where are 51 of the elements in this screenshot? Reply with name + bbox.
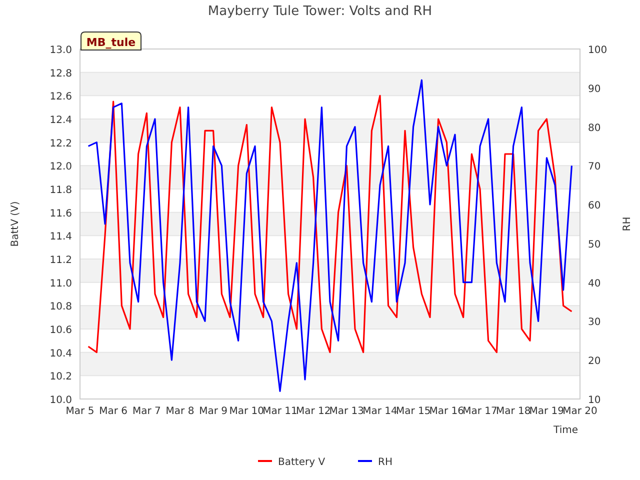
y2-tick-label: 10	[588, 395, 601, 406]
y-tick-label: 13.0	[50, 45, 72, 56]
y-tick-label: 12.4	[50, 115, 72, 126]
y2-tick-label: 80	[588, 122, 601, 134]
y2-tick-label: 90	[588, 84, 601, 95]
y2-tick-label: 50	[588, 239, 601, 250]
y-tick-label: 10.4	[50, 348, 72, 360]
x-tick-label: Mar 12	[296, 406, 331, 417]
y2-tick-label: 100	[588, 45, 608, 56]
x-tick-label: Mar 19	[529, 406, 564, 417]
chart-title: Mayberry Tule Tower: Volts and RH	[208, 4, 432, 19]
legend-label: Battery V	[278, 457, 326, 468]
y2-axis-label: RH	[622, 216, 633, 232]
y-tick-label: 12.6	[50, 92, 72, 103]
y-tick-label: 10.6	[50, 325, 72, 336]
y-tick-label: 11.0	[50, 278, 72, 290]
x-axis-label: Time	[554, 425, 578, 436]
x-tick-label: Mar 7	[132, 406, 161, 417]
y-tick-label: 12.0	[50, 162, 72, 173]
legend-line-icon	[358, 460, 372, 462]
y2-tick-label: 30	[588, 317, 601, 328]
x-tick-label: Mar 10	[229, 406, 264, 417]
station-tag: MB_tule	[80, 32, 142, 50]
y2-tick-label: 60	[588, 200, 601, 212]
y2-tick-label: 40	[588, 278, 601, 290]
legend-line-icon	[258, 460, 272, 462]
y-tick-label: 10.8	[50, 302, 72, 313]
y2-tick-label: 70	[588, 162, 601, 173]
y-tick-label: 11.2	[50, 255, 72, 266]
x-tick-label: Mar 18	[496, 406, 531, 417]
x-tick-label: Mar 16	[429, 406, 464, 417]
x-tick-label: Mar 13	[329, 406, 364, 417]
x-tick-label: Mar 9	[199, 406, 228, 417]
y-axis-label: BattV (V)	[10, 201, 21, 247]
x-tick-label: Mar 11	[262, 406, 298, 417]
x-tick-label: Mar 17	[462, 406, 498, 417]
y-tick-label: 11.4	[50, 232, 72, 243]
legend-label: RH	[378, 457, 392, 468]
x-tick-label: Mar 5	[66, 406, 94, 417]
y-tick-label: 10.0	[50, 395, 72, 406]
x-tick-label: Mar 15	[396, 406, 431, 417]
y-tick-label: 11.8	[50, 185, 72, 196]
x-tick-label: Mar 20	[562, 406, 598, 417]
x-tick-label: Mar 8	[166, 406, 194, 417]
y-tick-label: 12.8	[50, 68, 72, 80]
x-tick-label: Mar 6	[99, 406, 128, 417]
y-tick-label: 11.6	[50, 208, 72, 220]
y-tick-label: 12.2	[50, 138, 72, 150]
y-tick-label: 10.2	[50, 372, 72, 383]
y2-tick-label: 20	[588, 356, 601, 368]
x-tick-label: Mar 14	[362, 406, 398, 417]
